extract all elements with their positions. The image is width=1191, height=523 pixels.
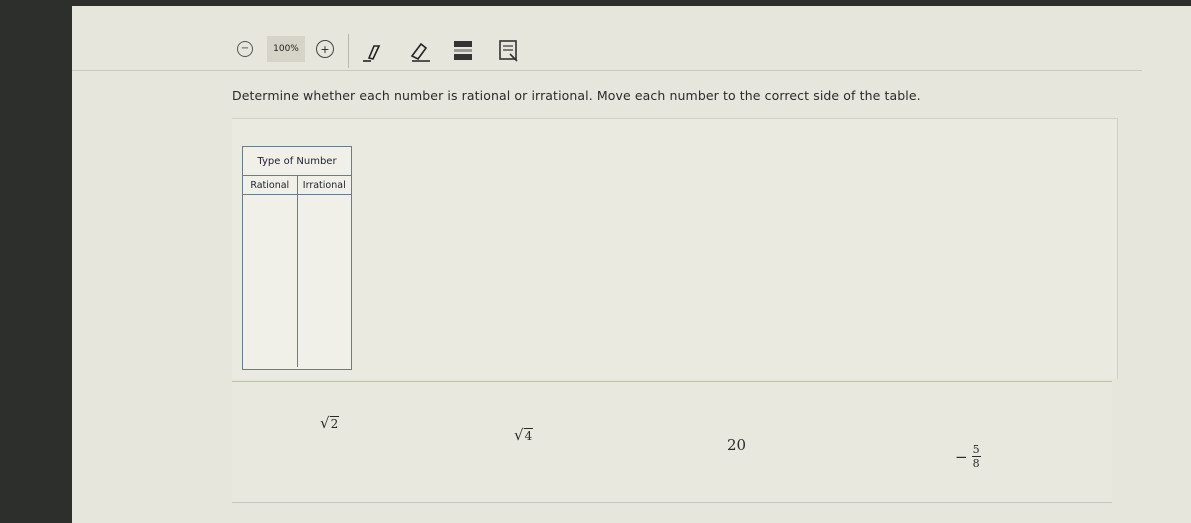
toolbar: − 100% +: [72, 26, 1142, 71]
notepad-icon: [499, 40, 518, 62]
question-instructions: Determine whether each number is rationa…: [232, 88, 921, 103]
line-reader-button[interactable]: [447, 35, 481, 65]
pen-tool-button[interactable]: [357, 35, 391, 65]
radical-sign: √: [320, 414, 330, 432]
pen-icon: [363, 45, 381, 62]
tile-negative-five-eighths[interactable]: − 5 8: [955, 443, 981, 470]
tile-sqrt-2[interactable]: √ 2: [320, 414, 340, 432]
negative-sign: −: [955, 447, 968, 466]
radical-sign: √: [514, 426, 524, 444]
zoom-in-icon: +: [320, 42, 330, 56]
tile-sqrt-4[interactable]: √ 4: [514, 426, 534, 444]
eraser-icon: [410, 42, 430, 62]
rational-drop-zone[interactable]: [243, 195, 298, 367]
zoom-out-button[interactable]: −: [237, 41, 253, 57]
table-title: Type of Number: [243, 147, 351, 176]
classification-table: Type of Number Rational Irrational: [242, 146, 352, 370]
sqrt-2-expression: √ 2: [320, 414, 340, 432]
notepad-button[interactable]: [492, 35, 526, 65]
work-area: [232, 118, 1118, 379]
zoom-level-display: 100%: [267, 36, 305, 62]
irrational-drop-zone[interactable]: [298, 195, 352, 367]
denominator: 8: [972, 457, 980, 470]
eraser-tool-button[interactable]: [402, 35, 436, 65]
assessment-window: − 100% + Determine whether each number i…: [72, 6, 1191, 523]
zoom-out-icon: −: [240, 43, 250, 54]
radicand: 2: [329, 416, 340, 431]
irrational-column-header: Irrational: [302, 179, 346, 191]
line-reader-icon: [454, 41, 472, 60]
zoom-in-button[interactable]: +: [316, 40, 334, 58]
table-column-headers: Rational Irrational: [243, 176, 351, 195]
numerator: 5: [971, 443, 981, 457]
toolbar-divider: [348, 34, 349, 68]
answer-tray: [232, 381, 1112, 503]
sqrt-4-expression: √ 4: [514, 426, 534, 444]
tile-value: 20: [727, 436, 747, 454]
rational-column-header: Rational: [243, 176, 298, 194]
radicand: 4: [523, 428, 534, 443]
fraction: 5 8: [971, 443, 981, 470]
tile-20[interactable]: 20: [727, 436, 746, 454]
table-body: [243, 195, 351, 367]
